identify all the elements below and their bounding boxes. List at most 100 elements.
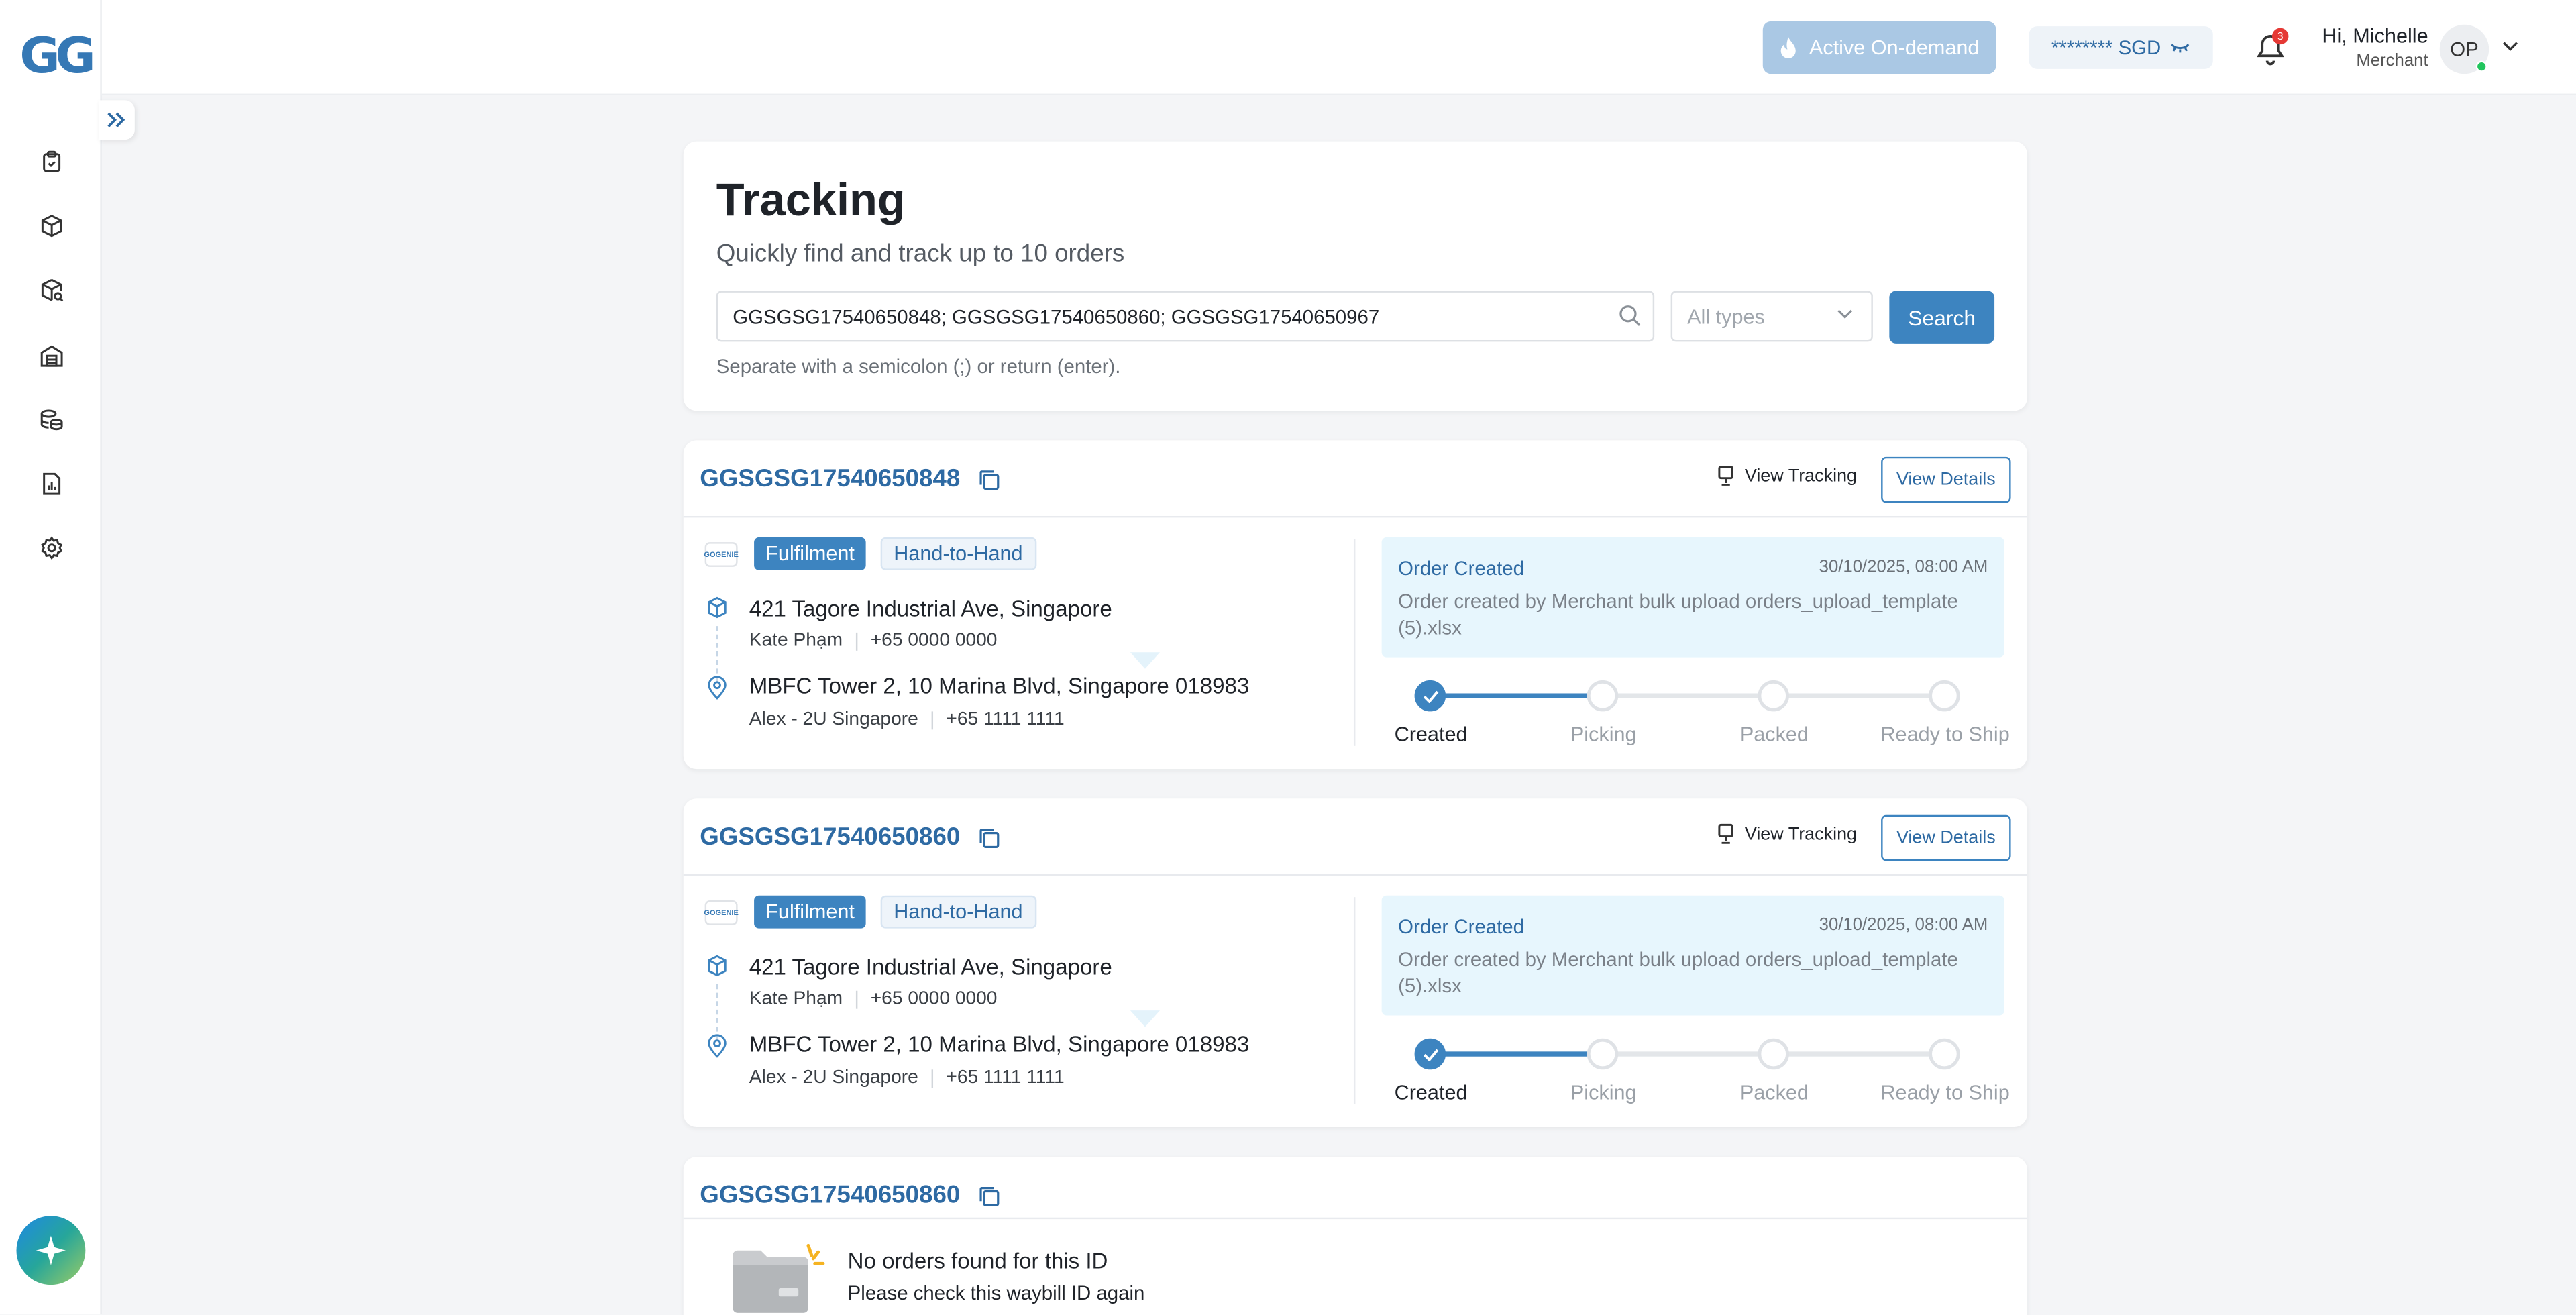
step-label: Ready to Ship bbox=[1880, 723, 2010, 746]
separator bbox=[931, 711, 933, 730]
pickup-address: 421 Tagore Industrial Ave, Singapore bbox=[749, 596, 1112, 621]
view-tracking-label: View Tracking bbox=[1744, 824, 1858, 844]
step-label: Created bbox=[1394, 1081, 1468, 1104]
report-icon[interactable] bbox=[34, 467, 67, 500]
tag-hand-to-hand: Hand-to-Hand bbox=[880, 537, 1036, 570]
location-pin-icon bbox=[708, 676, 727, 700]
check-icon bbox=[1422, 1048, 1438, 1061]
dropoff-address: MBFC Tower 2, 10 Marina Blvd, Singapore … bbox=[749, 674, 1250, 698]
balance-value: ******** SGD bbox=[2051, 36, 2161, 60]
step-label: Picking bbox=[1570, 723, 1637, 746]
step-dot-created bbox=[1414, 680, 1446, 712]
order-id[interactable]: GGSGSG17540650848 bbox=[700, 465, 960, 493]
pickup-address: 421 Tagore Industrial Ave, Singapore bbox=[749, 954, 1112, 980]
copy-icon[interactable] bbox=[977, 468, 1000, 491]
pickup-name: Kate Phạm bbox=[749, 989, 843, 1009]
location-pin-icon bbox=[708, 1034, 727, 1058]
event-description: Order created by Merchant bulk upload or… bbox=[1398, 590, 1958, 639]
box-icon[interactable] bbox=[34, 209, 67, 242]
event-title: Order Created bbox=[1398, 557, 1524, 580]
check-icon bbox=[1422, 690, 1438, 702]
card-column-divider bbox=[1353, 539, 1356, 746]
card-divider bbox=[683, 874, 2028, 876]
step-label: Packed bbox=[1739, 723, 1809, 746]
view-details-button[interactable]: View Details bbox=[1881, 456, 2011, 503]
on-demand-label: Active On-demand bbox=[1809, 36, 1980, 60]
step-dot-picking bbox=[1587, 680, 1619, 712]
active-on-demand-button[interactable]: Active On-demand bbox=[1762, 21, 1996, 74]
view-tracking-button[interactable]: View Tracking bbox=[1717, 823, 1857, 845]
route-connector bbox=[716, 984, 718, 1041]
order-id[interactable]: GGSGSG17540650860 bbox=[700, 823, 960, 851]
step-dot-ready-to-ship bbox=[1929, 1038, 1960, 1070]
order-card-not-found: GGSGSG17540650860 No orders found for th… bbox=[683, 1157, 2028, 1315]
card-divider bbox=[683, 515, 2028, 518]
order-id[interactable]: GGSGSG17540650860 bbox=[700, 1181, 960, 1210]
route-arrow bbox=[1130, 1010, 1160, 1027]
app-logo[interactable]: GG bbox=[19, 29, 95, 85]
card-divider bbox=[683, 1217, 2028, 1220]
dropoff-address: MBFC Tower 2, 10 Marina Blvd, Singapore … bbox=[749, 1031, 1250, 1057]
separator bbox=[855, 990, 858, 1009]
not-found-title: No orders found for this ID bbox=[847, 1249, 1108, 1273]
event-time: 30/10/2025, 08:00 AM bbox=[1819, 557, 1988, 577]
clipboard-icon[interactable] bbox=[34, 145, 67, 178]
search-button[interactable]: Search bbox=[1889, 291, 1995, 344]
step-dot-ready-to-ship bbox=[1929, 680, 1960, 712]
notification-badge: 3 bbox=[2271, 28, 2289, 45]
tracking-search-input[interactable] bbox=[716, 291, 1655, 342]
online-status-dot bbox=[2475, 60, 2487, 72]
chevron-down-icon[interactable] bbox=[2502, 40, 2518, 53]
latest-event: Order Created 30/10/2025, 08:00 AM Order c… bbox=[1381, 537, 2004, 658]
pickup-phone: +65 0000 0000 bbox=[870, 989, 998, 1009]
coins-icon[interactable] bbox=[34, 403, 67, 435]
top-header: Active On-demand ******** SGD 3 Hi, Mich… bbox=[101, 0, 2576, 96]
view-details-button[interactable]: View Details bbox=[1881, 814, 2011, 861]
pickup-contact: Kate Phạm +65 0000 0000 bbox=[749, 989, 998, 1009]
view-tracking-button[interactable]: View Tracking bbox=[1717, 465, 1857, 486]
dropoff-contact: Alex - 2U Singapore +65 1111 1111 bbox=[749, 709, 1065, 730]
empty-folder-icon bbox=[733, 1243, 825, 1313]
copy-icon[interactable] bbox=[977, 1185, 1000, 1208]
dropoff-name: Alex - 2U Singapore bbox=[749, 1067, 918, 1088]
package-icon bbox=[708, 955, 727, 977]
page-title: Tracking bbox=[716, 174, 906, 225]
dropoff-phone: +65 1111 1111 bbox=[946, 709, 1065, 730]
dropoff-contact: Alex - 2U Singapore +65 1111 1111 bbox=[749, 1068, 1065, 1088]
event-description: Order created by Merchant bulk upload or… bbox=[1398, 948, 1958, 998]
chevron-down-icon bbox=[1837, 309, 1853, 319]
type-select-value: All types bbox=[1687, 305, 1765, 328]
pickup-name: Kate Phạm bbox=[749, 631, 843, 651]
box-search-icon[interactable] bbox=[34, 273, 67, 306]
step-label: Picking bbox=[1570, 1081, 1637, 1104]
copy-icon[interactable] bbox=[977, 827, 1000, 849]
step-dot-picking bbox=[1587, 1038, 1619, 1070]
balance-display[interactable]: ******** SGD bbox=[2029, 26, 2213, 69]
not-found-subtitle: Please check this waybill ID again bbox=[847, 1281, 1145, 1305]
ai-assistant-button[interactable] bbox=[16, 1216, 86, 1285]
warehouse-icon[interactable] bbox=[34, 338, 67, 371]
tag-fulfilment: Fulfilment bbox=[754, 537, 867, 570]
search-hint: Separate with a semicolon (;) or return … bbox=[716, 354, 1121, 378]
package-icon bbox=[708, 596, 727, 619]
double-chevron-right-icon bbox=[107, 112, 125, 127]
settings-icon[interactable] bbox=[34, 531, 67, 564]
sidebar: GG bbox=[0, 0, 102, 1315]
step-label: Ready to Ship bbox=[1880, 1081, 2010, 1104]
progress-fill bbox=[1429, 693, 1602, 698]
tag-fulfilment: Fulfilment bbox=[754, 895, 867, 929]
separator bbox=[931, 1069, 933, 1088]
search-icon[interactable] bbox=[1618, 304, 1641, 327]
pickup-contact: Kate Phạm +65 0000 0000 bbox=[749, 631, 998, 651]
dropoff-phone: +65 1111 1111 bbox=[946, 1067, 1065, 1088]
step-label: Packed bbox=[1739, 1081, 1809, 1104]
eye-hidden-icon bbox=[2171, 44, 2190, 53]
tracking-device-icon bbox=[1718, 466, 1733, 486]
separator bbox=[855, 632, 858, 651]
route-connector bbox=[716, 626, 718, 682]
brand-logo: GOGENIE bbox=[704, 542, 739, 567]
sidebar-expand-button[interactable] bbox=[98, 100, 135, 140]
brand-logo: GOGENIE bbox=[704, 900, 739, 925]
step-label: Created bbox=[1394, 723, 1468, 746]
card-column-divider bbox=[1353, 897, 1356, 1104]
